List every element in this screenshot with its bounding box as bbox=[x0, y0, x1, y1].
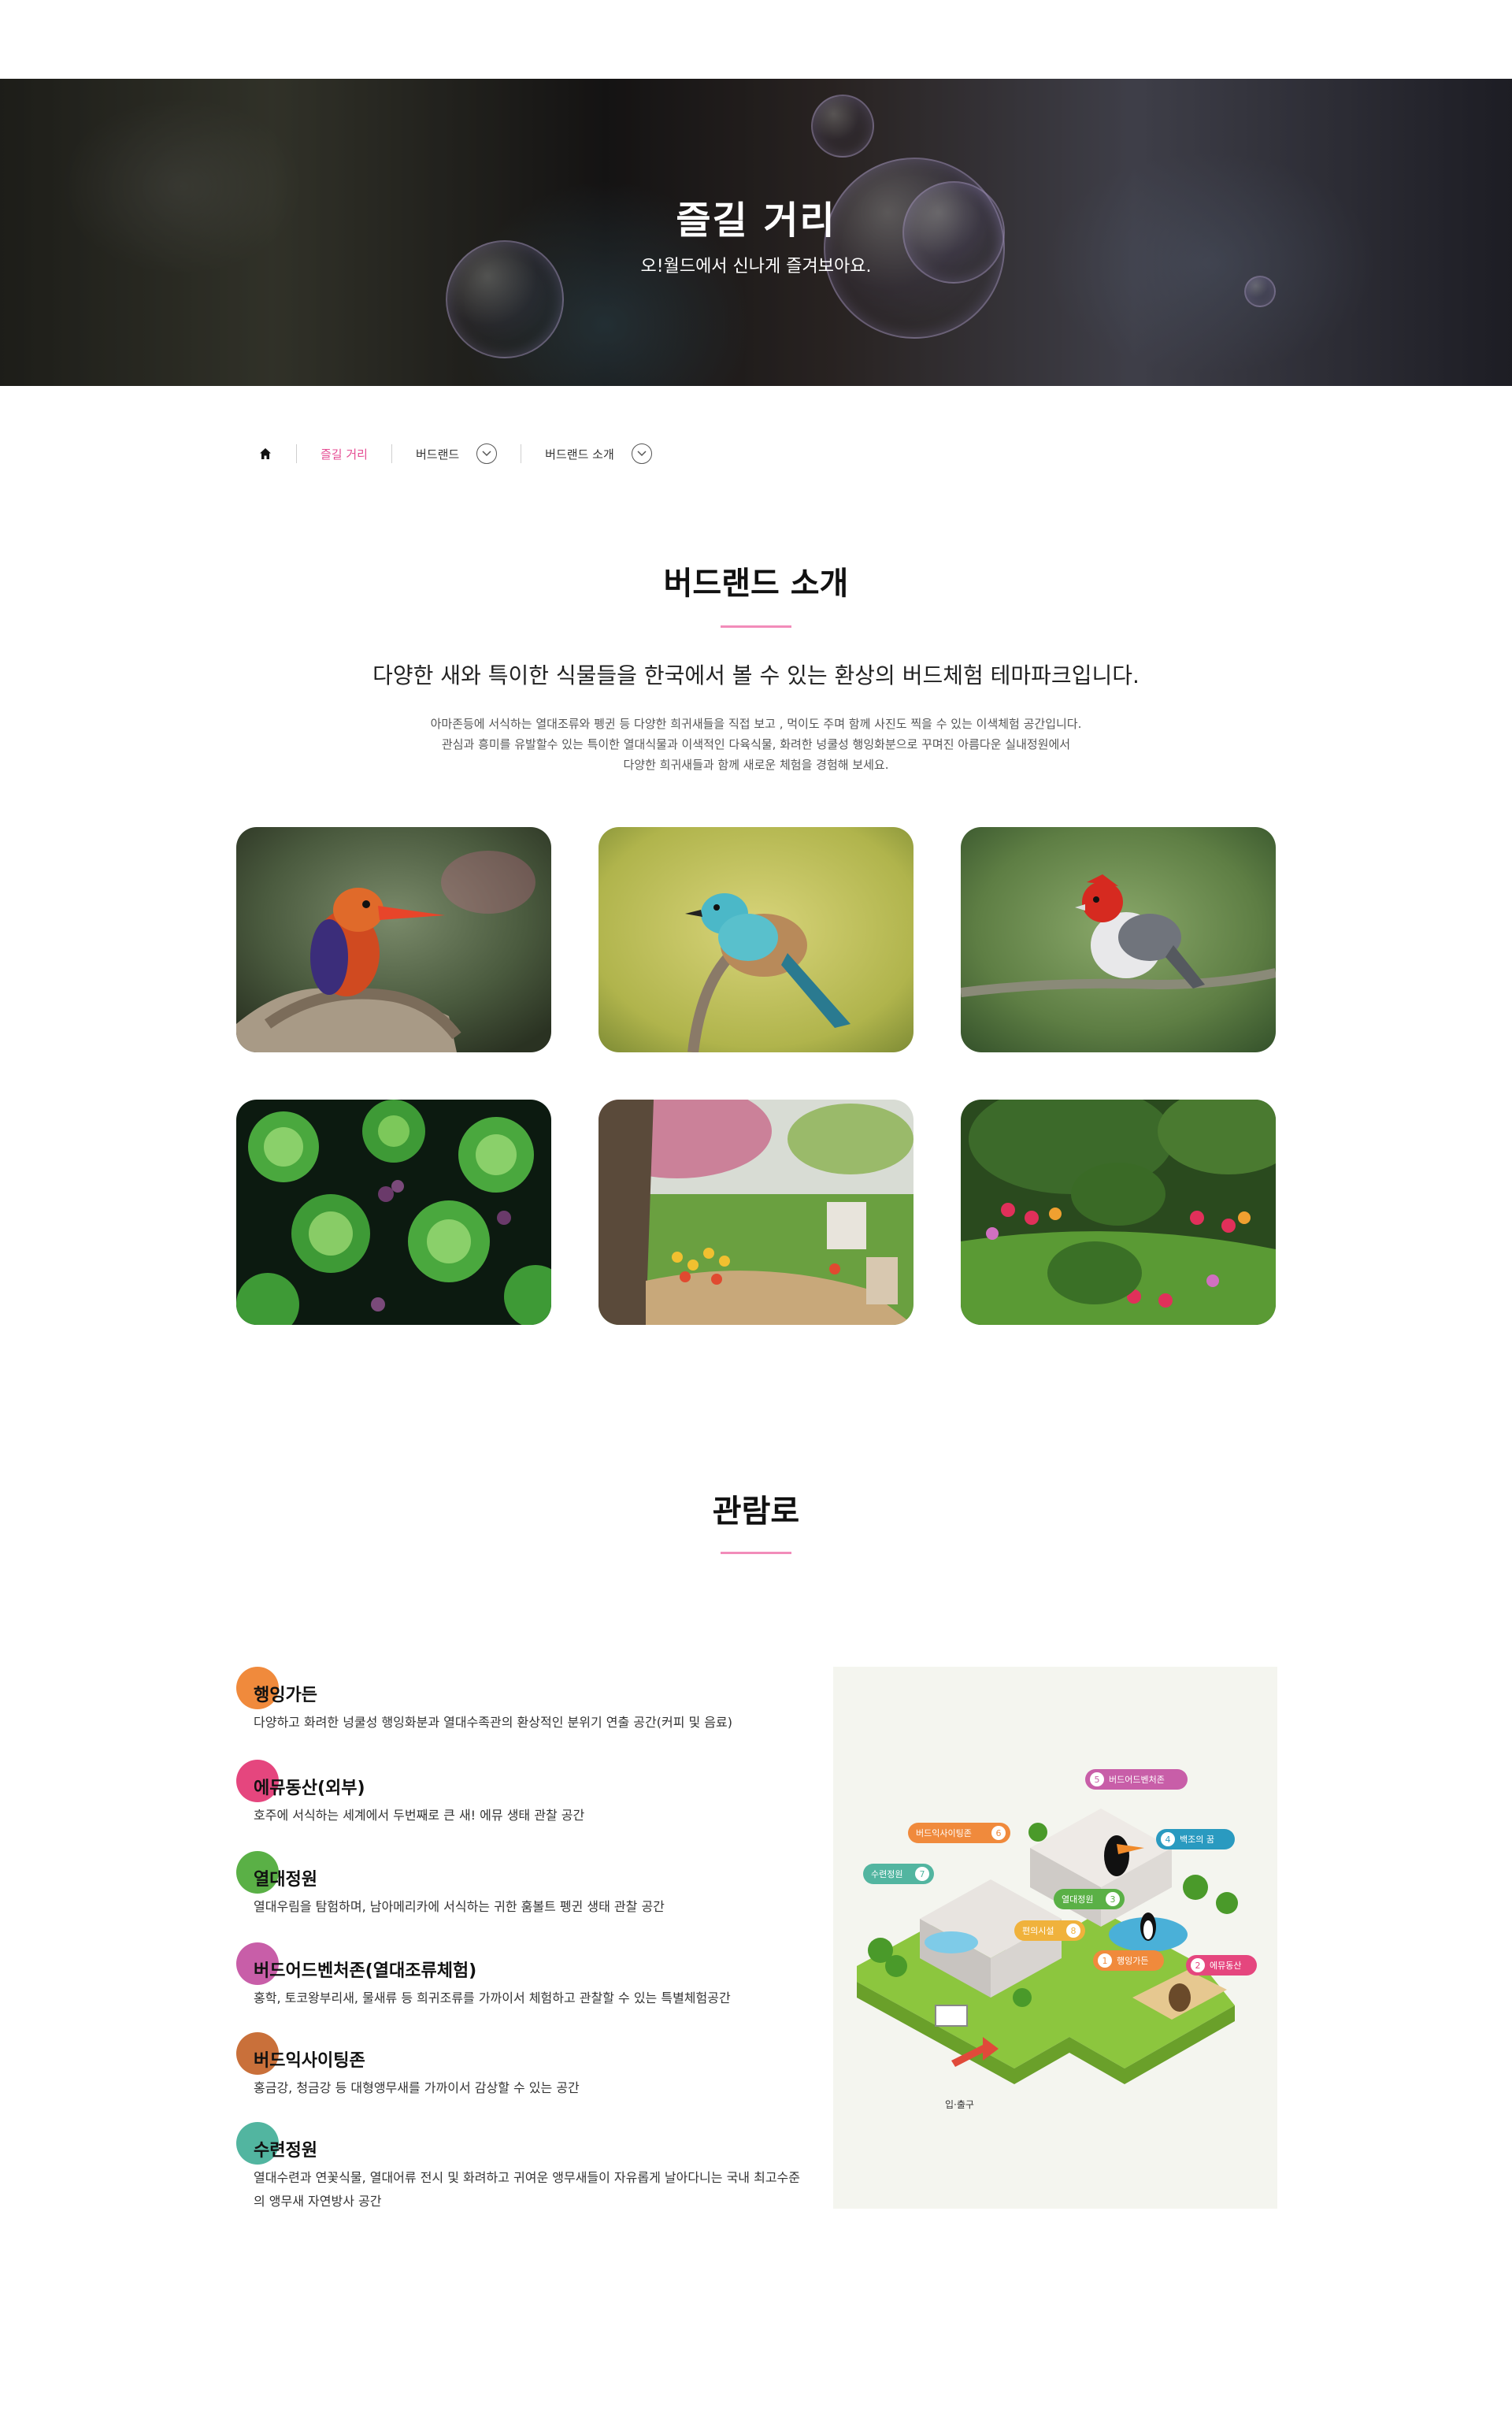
chevron-down-icon[interactable] bbox=[476, 443, 498, 464]
hero-banner: 즐길 거리 오!월드에서 신나게 즐겨보아요. bbox=[0, 79, 1512, 386]
section-title-intro: 버드랜드 소개 bbox=[663, 566, 849, 602]
map-label-name: 편의시설 bbox=[1022, 1926, 1054, 1936]
map-label-num: 5 bbox=[1095, 1775, 1100, 1785]
intro-lead: 다양한 새와 특이한 식물들을 한국에서 볼 수 있는 환상의 버드체험 테마파… bbox=[372, 662, 1140, 688]
photo-tulip-garden bbox=[598, 1100, 914, 1325]
breadcrumb-item-intro[interactable]: 버드랜드 소개 bbox=[545, 443, 652, 464]
route-name: 행잉가든 bbox=[254, 1686, 317, 1705]
breadcrumb-label: 버드랜드 bbox=[415, 447, 460, 462]
photo-roller-bird bbox=[598, 827, 914, 1052]
breadcrumb-label: 즐길 거리 bbox=[321, 447, 368, 462]
map-label-4: 4 백조의 꿈 bbox=[1156, 1829, 1235, 1849]
map-label-num: 8 bbox=[1071, 1926, 1077, 1936]
route-description: 열대우림을 탐험하며, 남아메리카에 서식하는 귀한 훔볼트 펭귄 생태 관찰 … bbox=[254, 1899, 665, 1914]
map-label-num: 7 bbox=[920, 1869, 925, 1879]
page-subtitle: 오!월드에서 신나게 즐겨보아요. bbox=[640, 257, 872, 276]
map-label-num: 4 bbox=[1166, 1835, 1171, 1845]
breadcrumb-label: 버드랜드 소개 bbox=[545, 447, 614, 462]
map-label-name: 행잉가든 bbox=[1117, 1956, 1148, 1966]
breadcrumb-divider bbox=[391, 444, 392, 463]
breadcrumb-item-category[interactable]: 즐길 거리 bbox=[321, 446, 368, 462]
photo-kingfisher bbox=[236, 827, 551, 1052]
route-name: 열대정원 bbox=[254, 1870, 317, 1890]
route-name: 버드익사이팅존 bbox=[254, 2051, 365, 2071]
chevron-down-icon[interactable] bbox=[631, 443, 652, 464]
route-name: 버드어드벤처존(열대조류체험) bbox=[254, 1961, 477, 1981]
route-description: 열대수련과 연꽃식물, 열대어류 전시 및 화려하고 귀여운 앵무새들이 자유롭… bbox=[254, 2170, 800, 2209]
map-label-8: 8 편의시설 bbox=[1014, 1920, 1085, 1941]
route-description: 다양하고 화려한 넝쿨성 행잉화분과 열대수족관의 환상적인 분위기 연출 공간… bbox=[254, 1715, 732, 1730]
breadcrumb-item-birdland[interactable]: 버드랜드 bbox=[415, 443, 498, 464]
map-label-name: 백조의 꿈 bbox=[1180, 1835, 1214, 1845]
section-title-route: 관람로 bbox=[712, 1493, 800, 1530]
birdland-map: 5 버드어드벤처존 4 백조의 꿈 6 버드익사이팅존 7 수련정원 3 열대정… bbox=[833, 1667, 1277, 2209]
intro-desc-line: 다양한 희귀새들과 함께 새로운 체험을 경험해 보세요. bbox=[623, 758, 889, 772]
map-label-num: 6 bbox=[996, 1828, 1002, 1838]
map-label-name: 버드어드벤처존 bbox=[1109, 1775, 1165, 1785]
intro-desc-line: 관심과 흥미를 유발할수 있는 특이한 열대식물과 이색적인 다육식물, 화려한… bbox=[441, 737, 1071, 751]
map-label-6: 6 버드익사이팅존 bbox=[908, 1823, 1010, 1843]
route-description: 호주에 서식하는 세계에서 두번째로 큰 새! 에뮤 생태 관찰 공간 bbox=[254, 1808, 585, 1823]
route-description: 홍학, 토코왕부리새, 물새류 등 희귀조류를 가까이서 체험하고 관찰할 수 … bbox=[254, 1990, 731, 2005]
map-label-7: 7 수련정원 bbox=[863, 1864, 934, 1884]
map-entrance-label: 입·출구 bbox=[945, 2099, 974, 2110]
map-label-num: 1 bbox=[1102, 1956, 1108, 1966]
home-icon[interactable] bbox=[258, 447, 272, 461]
title-underline bbox=[721, 1552, 791, 1554]
map-label-3: 3 열대정원 bbox=[1054, 1889, 1125, 1909]
route-description: 홍금강, 청금강 등 대형앵무새를 가까이서 감상할 수 있는 공간 bbox=[254, 2080, 580, 2095]
map-illustration: 5 버드어드벤처존 4 백조의 꿈 6 버드익사이팅존 7 수련정원 3 열대정… bbox=[857, 1769, 1257, 2110]
breadcrumb-divider bbox=[296, 444, 297, 463]
map-label-num: 2 bbox=[1195, 1961, 1201, 1971]
map-label-5: 5 버드어드벤처존 bbox=[1085, 1769, 1188, 1790]
photo-red-crested-cardinal bbox=[961, 827, 1276, 1052]
route-name: 에뮤동산(외부) bbox=[254, 1779, 365, 1798]
map-label-name: 수련정원 bbox=[871, 1869, 902, 1879]
map-label-name: 에뮤동산 bbox=[1210, 1961, 1241, 1971]
breadcrumb: 즐길 거리 버드랜드 버드랜드 소개 bbox=[258, 440, 652, 468]
photo-succulent-plants bbox=[236, 1100, 551, 1325]
map-label-name: 버드익사이팅존 bbox=[916, 1828, 972, 1838]
map-label-num: 3 bbox=[1110, 1894, 1116, 1905]
intro-description: 아마존등에 서식하는 열대조류와 펭귄 등 다양한 희귀새들을 직접 보고 , … bbox=[0, 714, 1512, 775]
map-label-2: 2 에뮤동산 bbox=[1186, 1955, 1257, 1976]
photo-flower-garden bbox=[961, 1100, 1276, 1325]
map-label-1: 1 행잉가든 bbox=[1093, 1950, 1164, 1971]
page-title: 즐길 거리 bbox=[676, 198, 836, 243]
map-label-name: 열대정원 bbox=[1062, 1894, 1093, 1905]
route-name: 수련정원 bbox=[254, 2141, 317, 2161]
intro-desc-line: 아마존등에 서식하는 열대조류와 펭귄 등 다양한 희귀새들을 직접 보고 , … bbox=[430, 717, 1082, 731]
title-underline bbox=[721, 625, 791, 628]
